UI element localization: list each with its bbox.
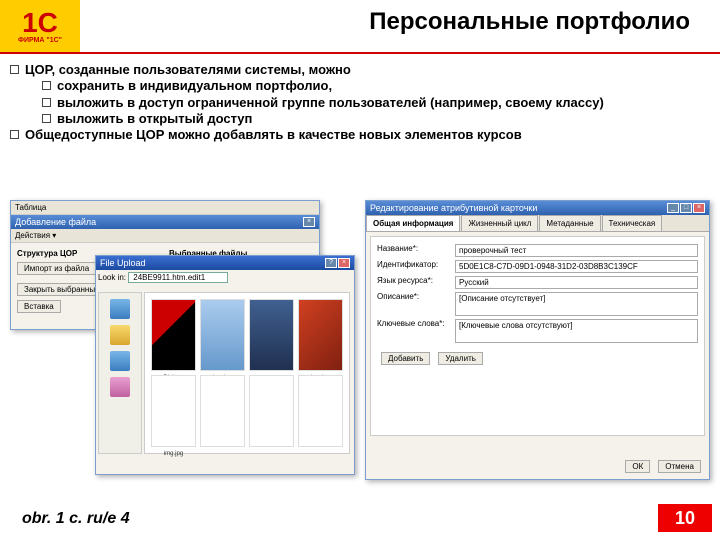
tab-metadata[interactable]: Метаданные	[539, 215, 600, 231]
mycomputer-icon[interactable]	[110, 351, 130, 371]
name-input[interactable]: проверочный тест	[455, 244, 698, 257]
keys-input[interactable]: [Ключевые слова отсутствуют]	[455, 319, 698, 343]
window-titlebar: Добавление файла ×	[11, 215, 319, 229]
bullet-icon	[10, 130, 19, 139]
lang-label: Язык ресурса*:	[377, 276, 455, 285]
thumb-item[interactable]: Disktop	[151, 299, 196, 371]
thumb-item[interactable]	[298, 375, 343, 447]
bullet-text: Общедоступные ЦОР можно добавлять в каче…	[25, 127, 522, 143]
keys-label: Ключевые слова*:	[377, 319, 455, 328]
name-label: Название*:	[377, 244, 455, 253]
bullet-icon	[42, 81, 51, 90]
thumb-item[interactable]: img.jpg	[298, 299, 343, 371]
places-sidebar	[98, 292, 142, 454]
insert-button[interactable]: Вставка	[17, 300, 61, 313]
window-title: Редактирование атрибутивной карточки	[370, 203, 537, 213]
id-label: Идентификатор:	[377, 260, 455, 269]
window-titlebar: Редактирование атрибутивной карточки _ □…	[366, 201, 709, 215]
cancel-button[interactable]: Отмена	[658, 460, 701, 473]
tab-lifecycle[interactable]: Жизненный цикл	[461, 215, 538, 231]
lookin-label: Look in:	[98, 273, 126, 282]
bullet-text: выложить в открытый доступ	[57, 111, 252, 127]
mydocs-icon[interactable]	[110, 325, 130, 345]
delete-button[interactable]: Удалить	[438, 352, 483, 365]
add-button[interactable]: Добавить	[381, 352, 430, 365]
tab-technical[interactable]: Техническая	[602, 215, 663, 231]
bullet-icon	[10, 65, 19, 74]
maximize-icon[interactable]: □	[680, 203, 692, 213]
bullet-list: ЦОР, созданные пользователями системы, м…	[10, 62, 710, 143]
logo-main: 1C	[18, 9, 62, 37]
tab-general[interactable]: Общая информация	[366, 215, 460, 231]
minimize-icon[interactable]: _	[667, 203, 679, 213]
thumb-item[interactable]: img.jpg	[200, 299, 245, 371]
divider	[0, 52, 720, 54]
import-button[interactable]: Импорт из файла	[17, 262, 96, 275]
tab-bar: Общая информация Жизненный цикл Метаданн…	[366, 215, 709, 232]
logo: 1C ФИРМА "1С"	[0, 0, 80, 52]
lang-select[interactable]: Русский	[455, 276, 698, 289]
lookin-select[interactable]: 24BE9911.htm.edit1	[128, 272, 228, 283]
window-title: File Upload	[100, 258, 146, 268]
bullet-text: выложить в доступ ограниченной группе по…	[57, 95, 604, 111]
page-number: 10	[658, 504, 712, 532]
window-titlebar: File Upload ? ×	[96, 256, 354, 270]
help-icon[interactable]: ?	[325, 258, 337, 268]
footer-url: obr. 1 c. ru/e 4	[22, 510, 130, 528]
desktop-icon[interactable]	[110, 299, 130, 319]
network-icon[interactable]	[110, 377, 130, 397]
ok-button[interactable]: ОК	[625, 460, 650, 473]
thumb-item[interactable]	[249, 299, 294, 371]
thumb-item[interactable]: img.jpg	[151, 375, 196, 447]
bullet-text: сохранить в индивидуальном портфолио,	[57, 78, 332, 94]
close-icon[interactable]: ×	[338, 258, 350, 268]
thumb-item[interactable]	[249, 375, 294, 447]
desc-label: Описание*:	[377, 292, 455, 301]
slide-title: Персональные портфолио	[90, 8, 710, 36]
close-icon[interactable]: ×	[303, 217, 315, 227]
window-title: Добавление файла	[15, 217, 96, 227]
thumbnail-grid: Disktop img.jpg img.jpg img.jpg	[144, 292, 350, 454]
desc-input[interactable]: [Описание отсутствует]	[455, 292, 698, 316]
window-attributes: Редактирование атрибутивной карточки _ □…	[365, 200, 710, 480]
bullet-text: ЦОР, созданные пользователями системы, м…	[25, 62, 351, 78]
thumb-item[interactable]	[200, 375, 245, 447]
logo-sub: ФИРМА "1С"	[18, 37, 62, 44]
window-file-upload: File Upload ? × Look in: 24BE9911.htm.ed…	[95, 255, 355, 475]
bullet-icon	[42, 98, 51, 107]
tab-header: Таблица	[11, 201, 319, 215]
toolbar[interactable]: Действия ▾	[11, 229, 319, 243]
close-icon[interactable]: ×	[693, 203, 705, 213]
id-input[interactable]: 5D0E1C8-C7D-09D1-0948-31D2-03D8B3C139CF	[455, 260, 698, 273]
bullet-icon	[42, 114, 51, 123]
